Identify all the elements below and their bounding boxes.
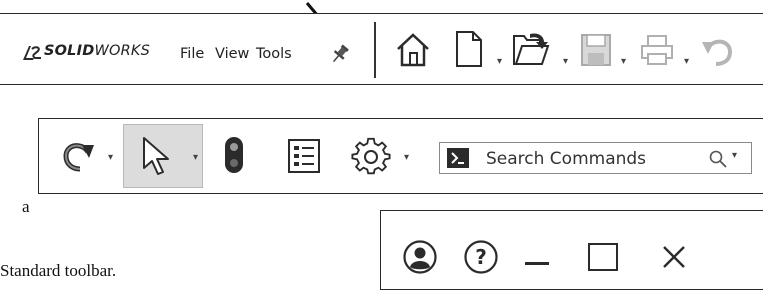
open-dropdown-arrow[interactable]: ▾ [563, 56, 568, 67]
redo-dropdown-arrow[interactable]: ▾ [108, 152, 113, 163]
menu-view[interactable]: View [215, 46, 249, 62]
brand-name-bold: SOLID [44, 43, 95, 59]
search-input[interactable]: Search Commands [486, 149, 646, 169]
list-options-icon[interactable] [287, 138, 321, 174]
pin-icon[interactable] [329, 43, 351, 65]
close-icon[interactable] [660, 243, 688, 271]
print-dropdown-arrow[interactable]: ▾ [684, 56, 689, 67]
gear-icon[interactable] [351, 137, 391, 177]
menu-file[interactable]: File [180, 46, 204, 62]
undo-icon[interactable] [700, 34, 734, 66]
select-arrow-icon [143, 137, 169, 175]
select-dropdown-arrow[interactable]: ▾ [193, 152, 198, 163]
command-prompt-icon [447, 148, 469, 168]
new-dropdown-arrow[interactable]: ▾ [497, 56, 502, 67]
gear-dropdown-arrow[interactable]: ▾ [404, 152, 409, 163]
maximize-icon[interactable] [588, 243, 618, 271]
traffic-light-icon[interactable] [224, 136, 244, 174]
menu-tools[interactable]: Tools [256, 46, 292, 62]
search-dropdown-arrow[interactable]: ▾ [732, 150, 737, 161]
search-box[interactable]: Search Commands ▾ [439, 142, 752, 174]
toolbar-divider [374, 22, 376, 78]
page-text-fragment: a [22, 197, 30, 216]
save-icon[interactable] [580, 33, 612, 67]
page-text-caption: Standard toolbar. [0, 261, 117, 280]
save-dropdown-arrow[interactable]: ▾ [621, 56, 626, 67]
minimize-icon[interactable] [525, 262, 549, 265]
open-folder-icon[interactable] [512, 30, 552, 68]
brand-name-rest: WORKS [94, 43, 150, 59]
redo-icon[interactable] [60, 138, 96, 172]
help-icon[interactable]: ? [464, 240, 498, 274]
search-icon[interactable] [709, 150, 727, 168]
brand-name: SOLIDWORKS [44, 43, 150, 59]
home-icon[interactable] [395, 32, 431, 68]
solidworks-logo-icon [23, 46, 41, 60]
new-document-icon[interactable] [454, 30, 484, 68]
user-account-icon[interactable] [403, 240, 437, 274]
print-icon[interactable] [640, 34, 674, 66]
window-controls-bar [380, 210, 763, 290]
svg-text:?: ? [475, 245, 487, 269]
